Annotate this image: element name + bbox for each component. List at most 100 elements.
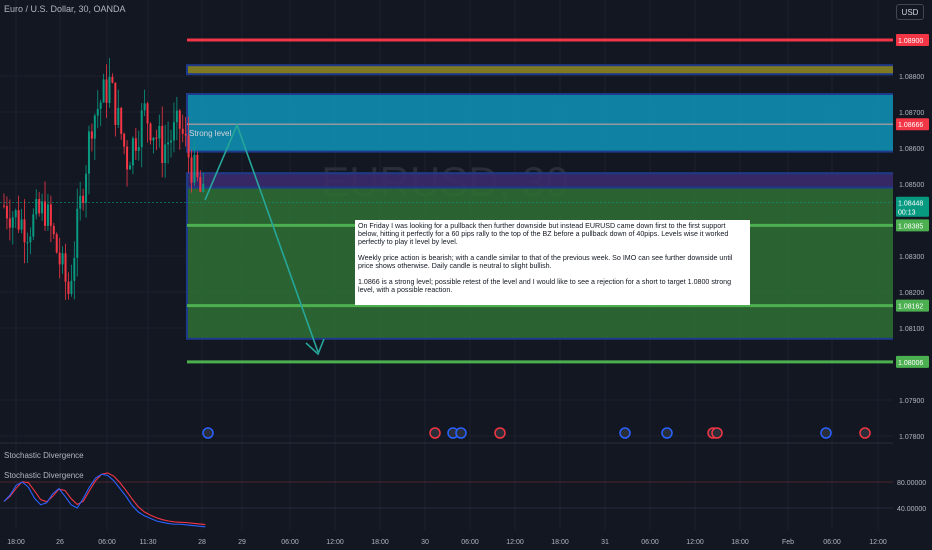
candle-body: [155, 137, 158, 139]
candle-body: [134, 138, 137, 151]
bar-countdown-label: 00:13: [898, 210, 916, 217]
candle-body: [82, 195, 85, 203]
price-tick-label: 1.08600: [899, 146, 924, 153]
time-tick-label: 31: [601, 539, 609, 546]
candle-body: [123, 133, 126, 147]
candle-body: [128, 165, 131, 170]
candle-body: [20, 219, 23, 230]
economic-event-icon[interactable]: [820, 427, 832, 439]
time-tick-label: 29: [238, 539, 246, 546]
time-tick-label: 06:00: [281, 539, 299, 546]
price-tick-label: 1.08800: [899, 74, 924, 81]
time-tick-label: 28: [198, 539, 206, 546]
candle-body: [14, 210, 17, 218]
economic-event-icon[interactable]: [202, 427, 214, 439]
candle-body: [90, 131, 93, 139]
economic-event-icon[interactable]: [619, 427, 631, 439]
note-paragraph: On Friday I was looking for a pullback t…: [358, 222, 729, 246]
time-tick-label: 18:00: [551, 539, 569, 546]
candle-body: [117, 107, 120, 125]
candle-body: [187, 135, 190, 158]
currency-button[interactable]: USD: [896, 4, 924, 20]
candle-body: [58, 252, 61, 265]
indicator-tick-label: 80.00000: [897, 480, 926, 487]
candle-body: [8, 218, 11, 228]
candle-body: [26, 242, 29, 244]
analysis-note: On Friday I was looking for a pullback t…: [355, 220, 750, 305]
price-badge-label: 1.08666: [898, 122, 923, 129]
candle-body: [114, 82, 117, 125]
economic-event-icon[interactable]: [455, 427, 467, 439]
candle-body: [76, 208, 79, 258]
candle-body: [96, 108, 99, 116]
stochastic-d-line: [3, 472, 206, 526]
candle-body: [126, 146, 129, 170]
economic-event-icon[interactable]: [494, 427, 506, 439]
candles-layer: [3, 58, 205, 300]
economic-event-icon[interactable]: [661, 427, 673, 439]
time-tick-label: 06:00: [823, 539, 841, 546]
candle-body: [120, 107, 123, 134]
candle-body: [181, 128, 184, 134]
candle-body: [52, 225, 55, 235]
price-badge-label: 1.08385: [898, 223, 923, 230]
price-axis-bg: [893, 0, 932, 550]
candle-body: [140, 110, 143, 148]
candle-body: [184, 133, 187, 136]
candle-body: [38, 198, 41, 214]
time-tick-label: 12:00: [326, 539, 344, 546]
candle-body: [175, 110, 178, 123]
price-badge-label: 1.08900: [898, 38, 923, 45]
price-axis[interactable]: 1.08800 1.08700 1.08600 1.08500 1.08300 1.082…: [893, 0, 932, 550]
economic-event-icon[interactable]: [859, 427, 871, 439]
candle-body: [46, 204, 49, 226]
indicator-title: Stochastic Divergence: [4, 451, 84, 460]
indicator-pane: [0, 442, 932, 528]
price-tick-label: 1.08500: [899, 182, 924, 189]
yellow-zone: [186, 64, 896, 76]
time-tick-label: 18:00: [371, 539, 389, 546]
time-tick-label: 30: [421, 539, 429, 546]
price-tick-label: 1.08300: [899, 254, 924, 261]
candle-body: [61, 253, 64, 265]
candle-body: [73, 257, 76, 281]
candle-body: [64, 253, 67, 282]
time-tick-label: 18:00: [731, 539, 749, 546]
candle-body: [67, 281, 70, 294]
price-tick-label: 1.07900: [899, 398, 924, 405]
candle-body: [55, 234, 58, 253]
candle-body: [17, 210, 20, 230]
candle-body: [152, 137, 155, 141]
candle-body: [70, 280, 73, 294]
time-tick-label: 06:00: [641, 539, 659, 546]
candle-body: [44, 201, 47, 226]
candle-body: [202, 183, 205, 192]
time-tick-label: 26: [56, 539, 64, 546]
candle-body: [167, 142, 170, 145]
economic-event-icon[interactable]: [711, 427, 723, 439]
note-paragraph: Weekly price action is bearish; with a c…: [358, 254, 733, 270]
candle-body: [85, 173, 88, 203]
candle-body: [102, 79, 105, 103]
candle-body: [137, 147, 140, 151]
time-tick-label: 06:00: [461, 539, 479, 546]
candle-body: [111, 76, 114, 83]
candle-body: [178, 110, 181, 129]
cyan-zone: [186, 93, 896, 153]
candle-body: [93, 115, 96, 139]
symbol-title: Euro / U.S. Dollar, 30, OANDA: [4, 4, 126, 14]
price-tick-label: 1.08100: [899, 326, 924, 333]
candle-body: [196, 154, 199, 177]
candle-body: [3, 205, 5, 207]
candle-body: [199, 176, 202, 192]
candle-body: [161, 125, 164, 164]
price-tick-label: 1.07800: [899, 434, 924, 441]
candle-body: [29, 236, 32, 243]
candle-body: [143, 103, 146, 111]
candle-body: [99, 102, 102, 109]
candle-body: [105, 79, 108, 103]
time-tick-label: 12:00: [686, 539, 704, 546]
candle-body: [170, 140, 173, 143]
time-axis[interactable]: 18:00 26 06:00 11:30 28 29 06:00 12:00 18:00 30 06…: [0, 531, 932, 550]
economic-event-icon[interactable]: [429, 427, 441, 439]
